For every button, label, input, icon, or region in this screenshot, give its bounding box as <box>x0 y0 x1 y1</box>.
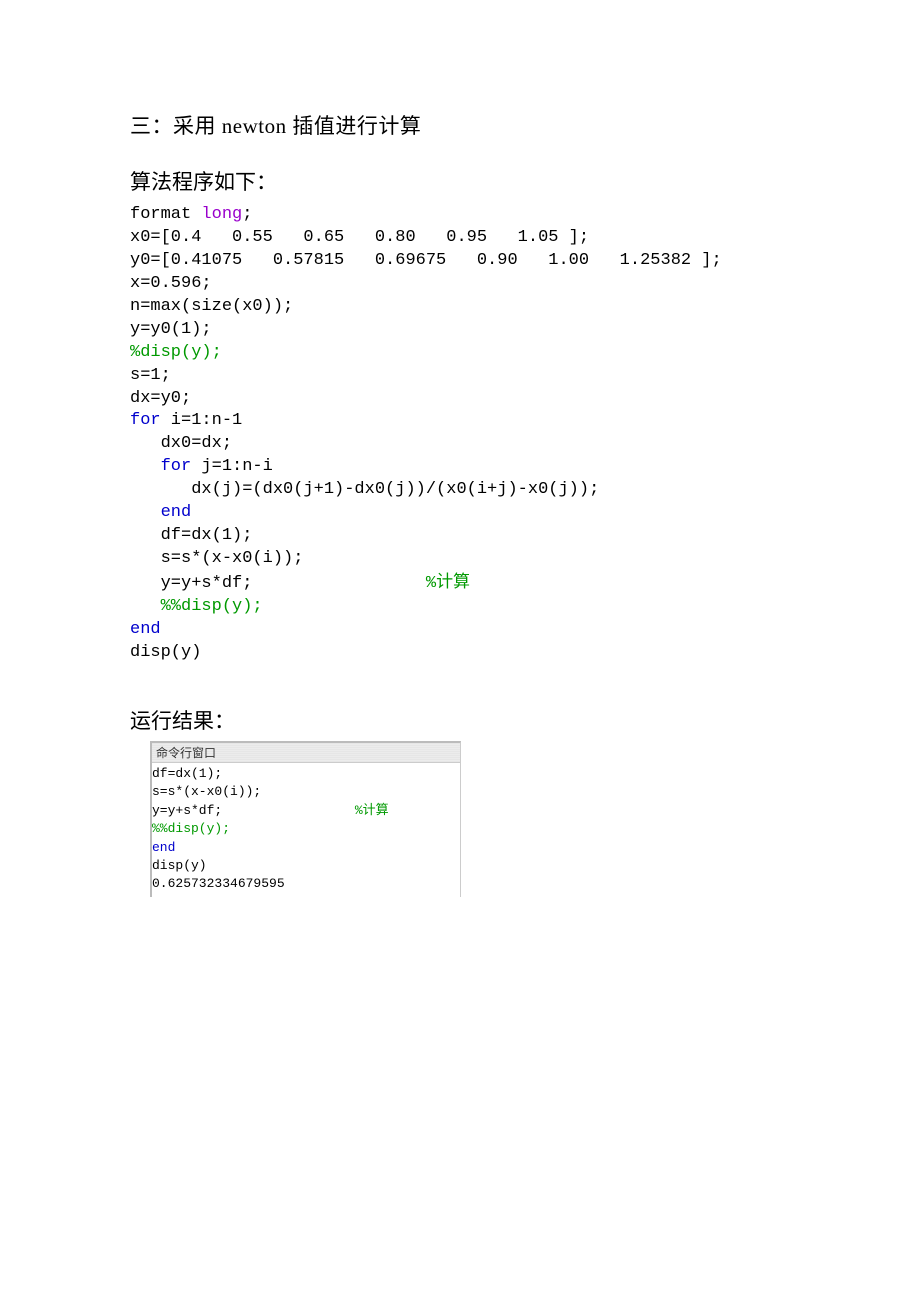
code-line: y0=[0.41075 0.57815 0.69675 0.90 1.00 1.… <box>130 251 722 270</box>
command-window-body: df=dx(1);s=s*(x-x0(i));y=y+s*df; %计算%%di… <box>152 763 460 897</box>
code-line: disp(y) <box>130 643 201 662</box>
section-heading: 三：采用 newton 插值进行计算 <box>130 110 790 140</box>
cmd-line: s=s*(x-x0(i)); <box>152 783 460 801</box>
code-string: long <box>201 205 242 224</box>
command-window-title: 命令行窗口 <box>152 743 460 763</box>
code-keyword: for <box>161 457 192 476</box>
code-keyword: end <box>161 503 192 522</box>
cmd-text: y=y+s*df; <box>152 803 355 818</box>
code-line: x0=[0.4 0.55 0.65 0.80 0.95 1.05 ]; <box>130 228 589 247</box>
code-indent <box>130 457 161 476</box>
code-keyword: for <box>130 411 161 430</box>
code-text: ; <box>242 205 252 224</box>
cmd-comment-cn: 计算 <box>363 802 389 817</box>
code-line: y=y0(1); <box>130 320 212 339</box>
cmd-comment: %%disp(y); <box>152 820 460 838</box>
code-text: j=1:n-i <box>191 457 273 476</box>
code-comment: % <box>426 574 436 593</box>
code-indent <box>130 503 161 522</box>
code-line: dx=y0; <box>130 389 191 408</box>
code-line: x=0.596; <box>130 274 212 293</box>
code-line: dx(j)=(dx0(j+1)-dx0(j))/(x0(i+j)-x0(j)); <box>130 480 599 499</box>
code-line: df=dx(1); <box>130 526 252 545</box>
page: 三：采用 newton 插值进行计算 算法程序如下： format long; … <box>0 0 920 957</box>
cmd-line: y=y+s*df; %计算 <box>152 801 460 820</box>
code-line: n=max(size(x0)); <box>130 297 293 316</box>
code-line: format <box>130 205 201 224</box>
cmd-line: df=dx(1); <box>152 765 460 783</box>
code-comment: %disp(y); <box>130 343 222 362</box>
cmd-output: 0.625732334679595 <box>152 875 460 893</box>
code-text: y=y+s*df; <box>130 574 426 593</box>
cmd-comment: % <box>355 803 363 818</box>
code-comment: %%disp(y); <box>161 597 263 616</box>
code-subheading: 算法程序如下： <box>130 166 790 196</box>
heading-suffix: 插值进行计算 <box>287 114 422 138</box>
cmd-keyword: end <box>152 839 460 857</box>
result-heading: 运行结果： <box>130 705 790 735</box>
code-listing: format long; x0=[0.4 0.55 0.65 0.80 0.95… <box>130 204 790 665</box>
code-line: dx0=dx; <box>130 434 232 453</box>
code-indent <box>130 597 161 616</box>
code-line: s=1; <box>130 366 171 385</box>
cmd-line: disp(y) <box>152 857 460 875</box>
code-comment-cn: 计算 <box>436 572 470 591</box>
code-text: i=1:n-1 <box>161 411 243 430</box>
command-window: 命令行窗口 df=dx(1);s=s*(x-x0(i));y=y+s*df; %… <box>150 741 461 897</box>
heading-prefix: 三：采用 <box>130 114 222 138</box>
code-line: s=s*(x-x0(i)); <box>130 549 303 568</box>
heading-latin: newton <box>222 114 287 138</box>
code-keyword: end <box>130 620 161 639</box>
